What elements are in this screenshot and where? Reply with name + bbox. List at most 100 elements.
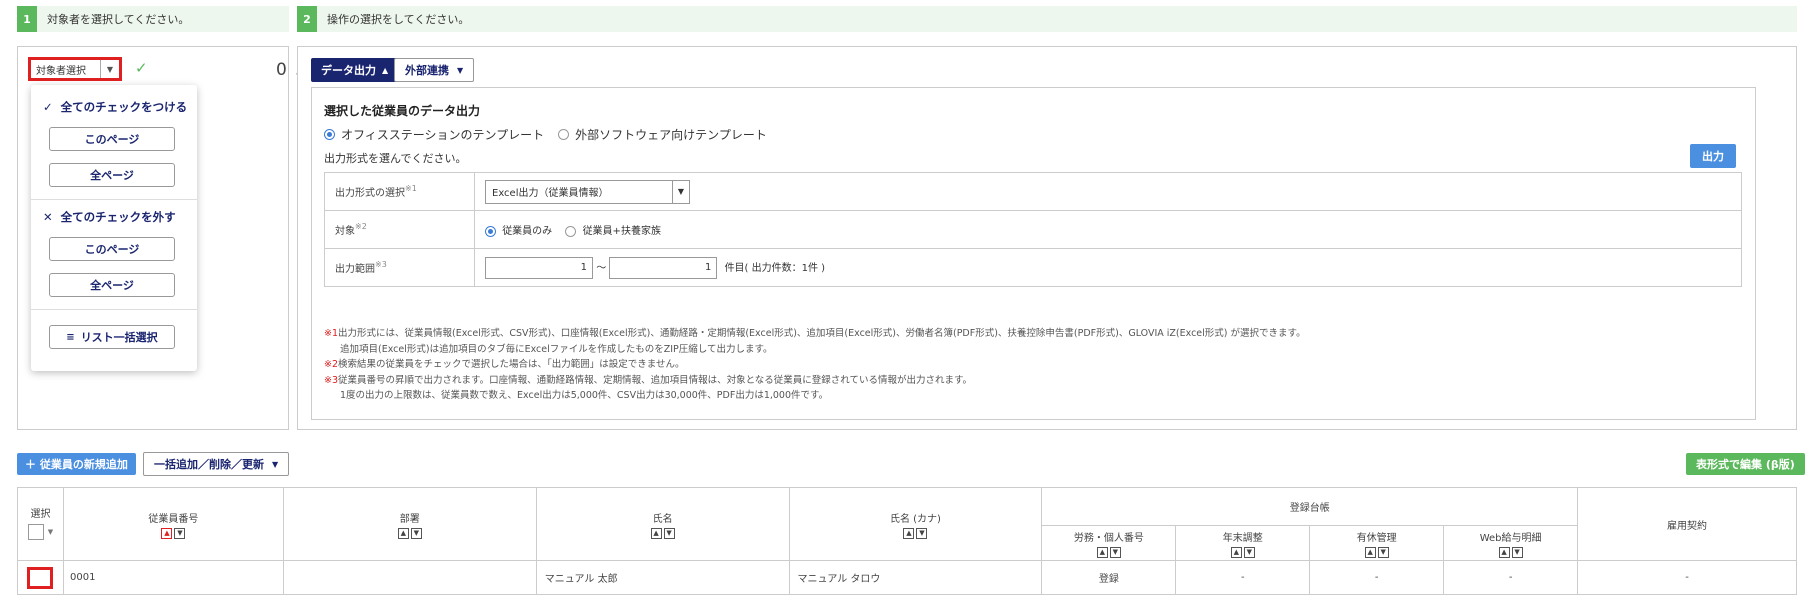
employee-table: 選択 ▼ 従業員番号 ▲ ▼ 部署 ▲ ▼ 氏名 ▲ ▼ 氏名 (カナ) ▲ ▼ 登録台… [17,487,1797,595]
target-value-cell: 従業員のみ 従業員+扶養家族 [474,210,1742,249]
sort-controls: ▲ ▼ [397,527,422,539]
check-all-pages-button[interactable]: 全ページ [49,163,175,187]
output-settings-table: 出力形式の選択※1 Excel出力（従業員情報） ▼ 対象※2 従業員のみ 従業… [324,172,1742,287]
note-text: 従業員番号の昇順で出力されます。口座情報、通勤経路情報、定期情報、追加項目情報は… [338,374,973,386]
template-office-radio[interactable] [324,129,335,140]
paid-leave-header: 有休管理 ▲ ▼ [1309,525,1445,561]
sort-asc-icon[interactable]: ▲ [1498,546,1510,558]
registry-header: 登録台帳 [1041,487,1579,526]
checkbox [27,524,44,540]
uncheck-this-page-button[interactable]: このページ [49,237,175,261]
target-select-dropdown[interactable]: 対象者選択 ▼ [28,57,122,81]
chevron-down-icon: ▼ [47,528,54,536]
uncheck-all-title: 全てのチェックを外す [60,210,176,224]
notes: ※1出力形式には、従業員情報(Excel形式、CSV形式)、口座情報(Excel… [324,326,1306,404]
sort-desc-icon[interactable]: ▼ [174,527,186,539]
sort-desc-icon[interactable]: ▼ [916,527,928,539]
sort-desc-icon[interactable]: ▼ [1377,546,1389,558]
note-ref: ※3 [375,260,387,269]
sort-controls: ▲ ▼ [1498,546,1523,558]
target-employee-label: 従業員のみ [502,226,553,237]
name-header: 氏名 ▲ ▼ [535,487,790,561]
target-label-cell: 対象※2 [324,210,475,249]
target-employee-radio[interactable] [485,225,496,237]
uncheck-all-pages-button[interactable]: 全ページ [49,273,175,297]
range-tilde: ～ [596,262,607,274]
sort-desc-icon[interactable]: ▼ [1511,546,1523,558]
list-select-label: リスト一括選択 [80,331,158,344]
name-kana-cell: マニュアル タロウ [788,560,1043,595]
note-ref: ※1 [405,184,417,193]
emp-no-header: 従業員番号 ▲ ▼ [62,487,284,561]
sort-asc-icon[interactable]: ▲ [1364,546,1376,558]
template-external-radio[interactable] [558,129,570,140]
row-checkbox[interactable] [27,566,54,589]
emp-no-cell: 0001 [62,560,284,595]
select-header-label: 選択 [30,509,51,520]
step-text: 対象者を選択してください。 [47,13,190,26]
step-1-bar: 1 対象者を選択してください。 [17,6,289,32]
format-select[interactable]: Excel出力（従業員情報） ▼ [485,179,690,204]
divider [31,199,197,200]
range-label: 出力範囲 [335,264,375,275]
data-output-label: データ出力 [321,64,376,77]
chevron-up-icon: ▲ [382,65,389,75]
range-to-input[interactable]: 1 [609,256,718,279]
output-button[interactable]: 出力 [1690,144,1736,168]
sort-controls: ▲ ▼ [1230,546,1255,558]
sort-asc-icon[interactable]: ▲ [397,527,409,539]
sort-desc-icon[interactable]: ▼ [663,527,675,539]
emp-no-header-label: 従業員番号 [148,513,199,525]
dept-header-label: 部署 [399,513,420,525]
sort-controls: ▲ ▼ [1096,546,1121,558]
labor-header-label: 労務・個人番号 [1073,532,1144,544]
uncheck-all-header: ✕ 全てのチェックを外す [43,209,176,225]
select-all-checkbox[interactable]: ▼ [27,524,54,540]
target-select-label: 対象者選択 [31,60,101,78]
sort-desc-icon[interactable]: ▼ [410,527,422,539]
note-ref: ※2 [355,222,367,231]
sort-asc-icon[interactable]: ▲ [650,527,662,539]
target-family-label: 従業員+扶養家族 [582,226,661,237]
format-label: 出力形式の選択 [335,188,405,199]
range-from-input[interactable]: 1 [485,256,593,279]
close-icon: ✕ [43,210,53,224]
chevron-down-icon: ▼ [106,64,114,74]
note-text: 出力形式には、従業員情報(Excel形式、CSV形式)、口座情報(Excel形式… [338,328,1306,339]
target-family-radio[interactable] [565,225,577,237]
note-text: 検索結果の従業員をチェックで選択した場合は、「出力範囲」は設定できません。 [338,359,685,370]
list-icon: ≡ [66,331,75,343]
table-edit-button[interactable]: 表形式で編集 (β版) [1686,453,1805,475]
check-this-page-button[interactable]: このページ [49,127,175,151]
sort-desc-icon[interactable]: ▼ [1109,546,1121,558]
range-suffix: 件目( 出力件数：1件 ) [724,262,826,274]
step-2-bar: 2 操作の選択をしてください。 [297,6,1797,32]
data-output-button[interactable]: データ出力 ▲ [311,58,399,82]
range-value-cell: 1 ～ 1 件目( 出力件数：1件 ) [474,248,1742,287]
table-row[interactable]: 0001 マニュアル 太郎 マニュアル タロウ 登録 - - - - [17,560,1797,595]
bulk-operation-label: 一括追加／削除／更新 [154,458,264,471]
sort-asc-icon[interactable]: ▲ [1096,546,1108,558]
external-link-button[interactable]: 外部連携 ▼ [394,58,475,82]
name-cell[interactable]: マニュアル 太郎 [535,560,790,595]
check-all-title: 全てのチェックをつける [60,100,188,114]
sort-controls: ▲ ▼ [1364,546,1389,558]
template-external-label: 外部ソフトウェア向けテンプレート [575,128,767,142]
selected-count: 0 [276,60,287,80]
add-employee-button[interactable]: ＋ 従業員の新規追加 [17,453,136,475]
step-number: 2 [297,6,317,32]
bulk-operation-button[interactable]: 一括追加／削除／更新 ▼ [143,452,290,476]
sort-asc-icon[interactable]: ▲ [903,527,915,539]
labor-cell[interactable]: 登録 [1041,560,1177,595]
list-select-button[interactable]: ≡ リスト一括選択 [49,325,175,349]
check-icon: ✓ [135,59,148,77]
paid-leave-cell: - [1309,560,1445,595]
note-line: ※3従業員番号の昇順で出力されます。口座情報、通勤経路情報、定期情報、追加項目情… [324,373,1306,389]
format-prompt: 出力形式を選んでください。 [324,152,467,165]
chevron-down-icon: ▼ [677,187,685,196]
sort-desc-icon[interactable]: ▼ [1243,546,1255,558]
sort-asc-icon[interactable]: ▲ [1230,546,1242,558]
year-end-cell: - [1175,560,1311,595]
sort-asc-icon[interactable]: ▲ [161,527,173,539]
divider [31,309,197,310]
